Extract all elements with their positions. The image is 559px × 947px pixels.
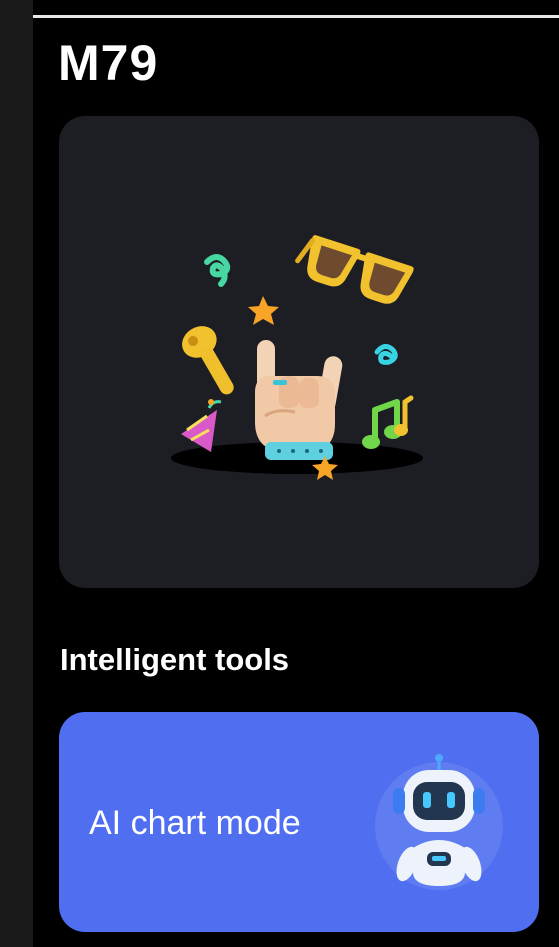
swirl-icon bbox=[204, 254, 231, 287]
music-notes-icon bbox=[362, 395, 414, 449]
party-popper-icon bbox=[181, 399, 222, 452]
rock-hand-celebration-illustration bbox=[171, 235, 423, 480]
app-screen: M79 Intelligent tools AI chart mode bbox=[0, 0, 559, 947]
swirl-icon bbox=[374, 344, 398, 365]
star-icon bbox=[248, 296, 279, 325]
hero-card bbox=[59, 116, 539, 588]
device-name: M79 bbox=[58, 35, 159, 91]
robot-icon bbox=[375, 754, 503, 890]
earbud-icon bbox=[182, 326, 234, 395]
ai-chart-mode-card[interactable]: AI chart mode bbox=[59, 712, 539, 932]
left-bezel bbox=[0, 0, 33, 947]
tool-label: AI chart mode bbox=[89, 804, 301, 842]
rock-hand-icon bbox=[255, 340, 343, 460]
top-divider bbox=[33, 15, 559, 18]
section-heading-intelligent-tools: Intelligent tools bbox=[60, 642, 290, 677]
sunglasses-icon bbox=[295, 235, 414, 304]
